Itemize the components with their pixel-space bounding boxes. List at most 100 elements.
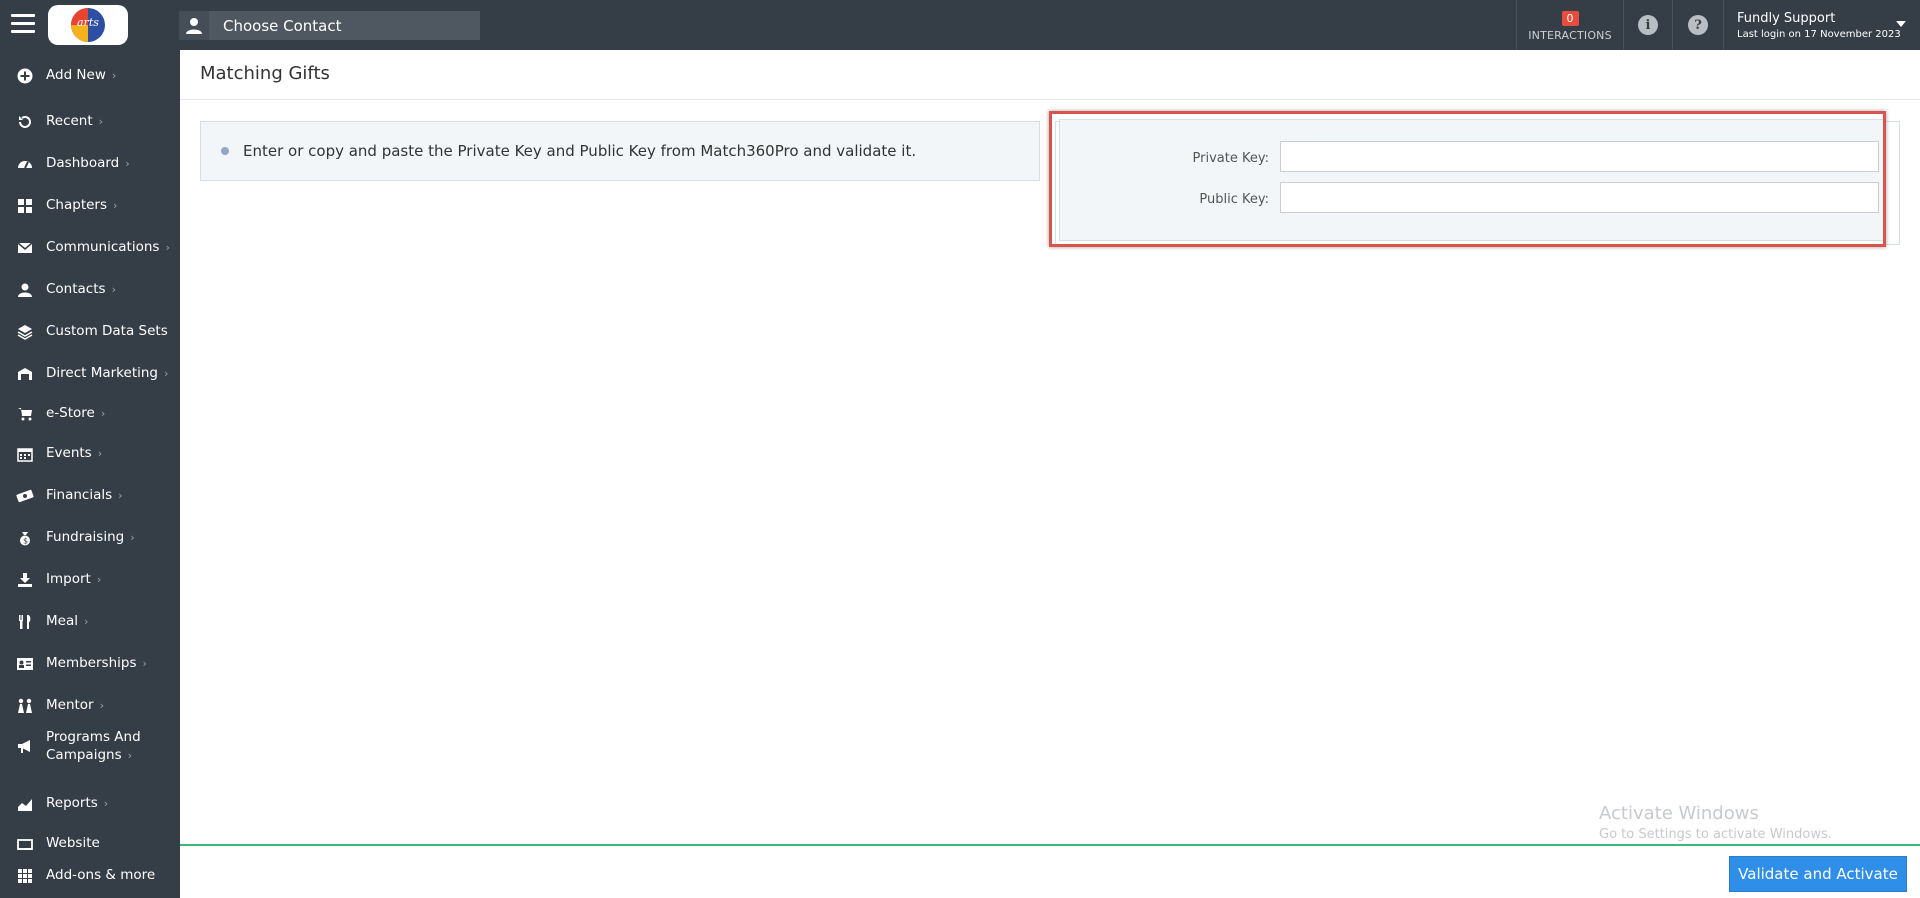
chevron-right-icon: › [125, 157, 130, 170]
sidebar-item-label: Events › [46, 445, 102, 461]
sidebar-item-meal[interactable]: Meal › [0, 610, 180, 634]
money-icon [16, 487, 34, 505]
sidebar-item-financials[interactable]: Financials › [0, 484, 180, 508]
sidebar-item-text: e-Store [46, 405, 95, 421]
sidebar-item-custom-data-sets[interactable]: Custom Data Sets [0, 320, 180, 344]
chevron-right-icon: › [164, 367, 169, 380]
chevron-right-icon: › [127, 749, 133, 762]
arts-logo-icon: arts [71, 8, 105, 42]
watermark-title: Activate Windows [1599, 803, 1759, 824]
interactions-count-badge: 0 [1561, 10, 1579, 26]
sidebar-item-label: Communications › [46, 239, 170, 255]
page-title: Matching Gifts [200, 63, 330, 84]
cart-icon [16, 405, 34, 423]
sidebar-item-label: Mentor › [46, 697, 104, 713]
layers-icon [16, 323, 34, 341]
svg-text:$: $ [23, 537, 28, 546]
bullet-icon [221, 147, 229, 155]
instruction-box: Enter or copy and paste the Private Key … [200, 121, 1040, 181]
sidebar-item-e-store[interactable]: e-Store › [0, 402, 180, 426]
app-logo[interactable]: arts [48, 5, 128, 45]
caret-down-icon [1896, 21, 1906, 27]
info-button[interactable]: i [1623, 0, 1672, 50]
sidebar-item-add-new[interactable]: Add New › [0, 64, 180, 88]
choose-contact-selector[interactable]: Choose Contact [179, 11, 480, 40]
sidebar-item-text: Dashboard [46, 155, 120, 171]
history-icon [16, 113, 34, 131]
chevron-right-icon: › [130, 531, 135, 544]
sidebar-item-label: Import › [46, 571, 101, 587]
sidebar-item-communications[interactable]: Communications › [0, 236, 180, 260]
sidebar-item-text: Programs And Campaigns [46, 729, 141, 763]
sidebar-item-website[interactable]: Website [0, 832, 180, 856]
sidebar-item-fundraising[interactable]: $ Fundraising › [0, 526, 180, 550]
plus-circle-icon [16, 67, 34, 85]
sidebar-item-direct-marketing[interactable]: Direct Marketing › [0, 362, 180, 386]
envelope-icon [16, 239, 34, 257]
private-key-input[interactable] [1280, 141, 1879, 172]
sidebar-item-label: Memberships › [46, 655, 147, 671]
validate-and-activate-button[interactable]: Validate and Activate [1729, 856, 1907, 892]
chevron-right-icon: › [111, 69, 117, 82]
id-card-icon [16, 655, 34, 673]
sidebar-item-label: Financials › [46, 487, 123, 503]
chevron-right-icon: › [111, 283, 116, 296]
instruction-text: Enter or copy and paste the Private Key … [243, 142, 917, 160]
sidebar-item-dashboard[interactable]: Dashboard › [0, 152, 180, 176]
sidebar-item-text: Direct Marketing [46, 365, 158, 381]
sidebar-item-reports[interactable]: Reports › [0, 792, 180, 816]
sidebar-item-programs-and-campaigns[interactable]: Programs And Campaigns › [0, 729, 180, 763]
sidebar-item-text: Contacts [46, 281, 106, 297]
sidebar-item-label: Reports › [46, 795, 108, 811]
chevron-right-icon: › [83, 615, 89, 628]
sidebar-item-contacts[interactable]: Contacts › [0, 278, 180, 302]
user-menu[interactable]: Fundly Support Last login on 17 November… [1723, 0, 1920, 50]
sidebar-item-memberships[interactable]: Memberships › [0, 652, 180, 676]
money-bag-icon: $ [16, 529, 34, 547]
sidebar-item-events[interactable]: Events › [0, 442, 180, 466]
sidebar-item-text: Events [46, 445, 92, 461]
user-name: Fundly Support [1737, 11, 1836, 26]
sidebar-item-text: Financials [46, 487, 113, 503]
last-login-text: Last login on 17 November 2023 [1737, 29, 1901, 40]
monitor-icon [16, 835, 34, 853]
sidebar-item-label: Add-ons & more [46, 867, 155, 883]
megaphone-icon [16, 737, 34, 755]
sidebar-item-add-ons-more[interactable]: Add-ons & more [0, 864, 180, 888]
help-button[interactable]: ? [1672, 0, 1723, 50]
question-icon: ? [1688, 15, 1708, 35]
interactions-label: INTERACTIONS [1528, 28, 1612, 42]
hamburger-menu-icon[interactable] [11, 14, 35, 36]
public-key-input[interactable] [1280, 182, 1879, 213]
sidebar-item-text: Import [46, 571, 91, 587]
footer-divider [180, 844, 1920, 846]
sidebar-item-text: Meal [46, 613, 78, 629]
grid-icon [16, 197, 34, 215]
sidebar-item-text: Reports [46, 795, 98, 811]
chevron-right-icon: › [100, 407, 106, 420]
sidebar-item-label: Dashboard › [46, 155, 130, 171]
chevron-right-icon: › [97, 447, 103, 460]
warehouse-icon [16, 365, 34, 383]
sidebar-item-label: Chapters › [46, 197, 117, 213]
windows-activation-watermark: Activate Windows Go to Settings to activ… [1599, 803, 1832, 842]
dashboard-gauge-icon [16, 155, 34, 173]
sidebar-item-label: Programs And Campaigns › [46, 728, 166, 765]
sidebar-item-label: Add New › [46, 67, 116, 83]
sidebar-item-recent[interactable]: Recent › [0, 110, 180, 134]
interactions-button[interactable]: 0 INTERACTIONS [1516, 0, 1623, 50]
chevron-right-icon: › [99, 699, 105, 712]
chevron-right-icon: › [165, 241, 170, 254]
apps-grid-icon [16, 867, 34, 885]
sidebar-item-text: Add New [46, 67, 106, 83]
sidebar-item-chapters[interactable]: Chapters › [0, 194, 180, 218]
sidebar-item-import[interactable]: Import › [0, 568, 180, 592]
utensils-icon [16, 613, 34, 631]
sidebar-item-text: Add-ons & more [46, 867, 156, 883]
private-key-label: Private Key: [1192, 151, 1269, 166]
user-icon [16, 281, 34, 299]
sidebar-item-mentor[interactable]: Mentor › [0, 694, 180, 718]
watermark-subtitle: Go to Settings to activate Windows. [1599, 827, 1832, 842]
sidebar-item-text: Fundraising [46, 529, 125, 545]
sidebar-item-label: Direct Marketing › [46, 365, 168, 381]
